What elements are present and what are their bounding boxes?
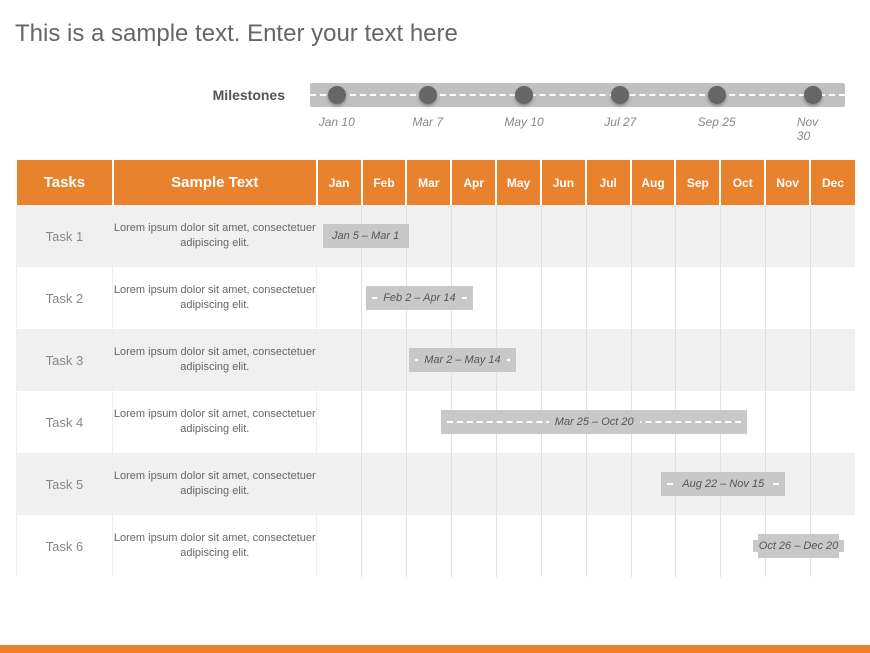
gantt-bar-label: Aug 22 – Nov 15 [676, 478, 770, 490]
col-month: Dec [810, 160, 855, 205]
milestone-date: Mar 7 [412, 115, 443, 129]
gantt-bar-label: Feb 2 – Apr 14 [377, 292, 461, 304]
table-row: Task 6Lorem ipsum dolor sit amet, consec… [16, 515, 855, 577]
col-month: Sep [675, 160, 720, 205]
milestone-date: Jan 10 [319, 115, 355, 129]
task-description: Lorem ipsum dolor sit amet, consectetuer… [113, 515, 317, 577]
milestone-date: Jul 27 [604, 115, 636, 129]
milestones-row: Milestones [0, 83, 870, 107]
task-name: Task 4 [16, 391, 113, 453]
task-name: Task 5 [16, 453, 113, 515]
gantt-bar-label: Mar 25 – Oct 20 [549, 416, 640, 428]
gantt-cell: Oct 26 – Dec 20 [317, 515, 855, 577]
task-description: Lorem ipsum dolor sit amet, consectetuer… [113, 391, 317, 453]
task-name: Task 2 [16, 267, 113, 329]
milestones-label: Milestones [0, 87, 310, 103]
gantt-bar-label: Jan 5 – Mar 1 [326, 230, 405, 242]
gantt-table: Tasks Sample Text JanFebMarAprMayJunJulA… [15, 160, 855, 577]
table-row: Task 3Lorem ipsum dolor sit amet, consec… [16, 329, 855, 391]
milestone-dot [419, 86, 437, 104]
col-month: Oct [720, 160, 765, 205]
col-month: Jun [541, 160, 586, 205]
task-name: Task 3 [16, 329, 113, 391]
gantt-cell: Mar 2 – May 14 [317, 329, 855, 391]
task-description: Lorem ipsum dolor sit amet, consectetuer… [113, 205, 317, 267]
table-row: Task 2Lorem ipsum dolor sit amet, consec… [16, 267, 855, 329]
task-description: Lorem ipsum dolor sit amet, consectetuer… [113, 267, 317, 329]
task-description: Lorem ipsum dolor sit amet, consectetuer… [113, 329, 317, 391]
gantt-bar-label: Mar 2 – May 14 [418, 354, 506, 366]
milestone-dot [804, 86, 822, 104]
table-row: Task 1Lorem ipsum dolor sit amet, consec… [16, 205, 855, 267]
gantt-bar: Jan 5 – Mar 1 [323, 224, 409, 248]
gantt-bar-label: Oct 26 – Dec 20 [753, 540, 845, 552]
milestone-date: May 10 [504, 115, 543, 129]
gantt-cell: Jan 5 – Mar 1 [317, 205, 855, 267]
task-description: Lorem ipsum dolor sit amet, consectetuer… [113, 453, 317, 515]
milestone-dot [611, 86, 629, 104]
milestone-date-labels: Jan 10 Mar 7 May 10 Jul 27 Sep 25 Nov 30 [310, 115, 845, 145]
col-month: Jul [586, 160, 631, 205]
col-month: Jan [317, 160, 362, 205]
gantt-bar: Aug 22 – Nov 15 [661, 472, 785, 496]
col-month: Feb [362, 160, 407, 205]
gantt-bar: Mar 25 – Oct 20 [441, 410, 748, 434]
gantt-bar: Mar 2 – May 14 [409, 348, 517, 372]
table-header: Tasks Sample Text JanFebMarAprMayJunJulA… [16, 160, 855, 205]
page-title: This is a sample text. Enter your text h… [0, 0, 870, 58]
table-row: Task 4Lorem ipsum dolor sit amet, consec… [16, 391, 855, 453]
col-month: Aug [631, 160, 676, 205]
footer-accent [0, 645, 870, 653]
task-name: Task 6 [16, 515, 113, 577]
gantt-cell: Feb 2 – Apr 14 [317, 267, 855, 329]
col-month: May [496, 160, 541, 205]
col-sample-text: Sample Text [113, 160, 317, 205]
milestone-date: Nov 30 [797, 115, 829, 143]
milestone-dot [328, 86, 346, 104]
col-month: Mar [406, 160, 451, 205]
gantt-cell: Aug 22 – Nov 15 [317, 453, 855, 515]
col-month: Apr [451, 160, 496, 205]
task-name: Task 1 [16, 205, 113, 267]
gantt-bar: Feb 2 – Apr 14 [366, 286, 474, 310]
milestone-date: Sep 25 [698, 115, 736, 129]
gantt-bar: Oct 26 – Dec 20 [758, 534, 839, 558]
milestone-dot [515, 86, 533, 104]
milestone-dot [708, 86, 726, 104]
col-tasks: Tasks [16, 160, 113, 205]
milestone-track [310, 83, 845, 107]
col-month: Nov [765, 160, 810, 205]
gantt-cell: Mar 25 – Oct 20 [317, 391, 855, 453]
table-row: Task 5Lorem ipsum dolor sit amet, consec… [16, 453, 855, 515]
